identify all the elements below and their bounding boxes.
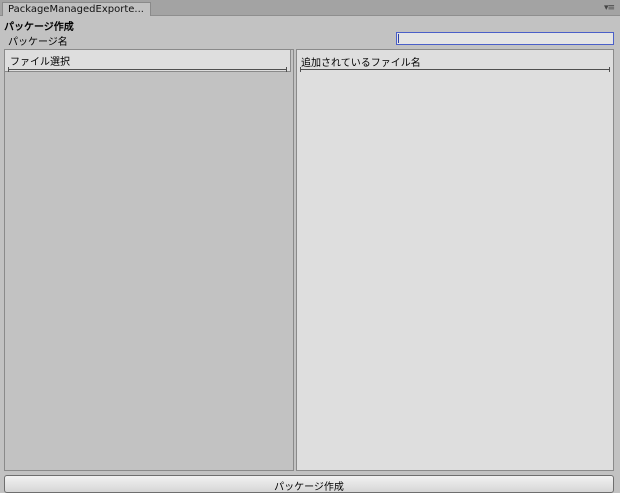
file-select-panel: [4, 49, 294, 471]
added-files-panel: 追加されているファイル名: [296, 49, 614, 471]
file-select-divider: [8, 67, 287, 72]
package-name-label: パッケージ名: [8, 37, 68, 48]
added-files-title: 追加されているファイル名: [301, 58, 421, 69]
file-select-header[interactable]: ファイル選択: [4, 49, 291, 72]
section-title: パッケージ作成: [4, 22, 74, 33]
file-select-title: ファイル選択: [10, 57, 70, 68]
create-package-button[interactable]: パッケージ作成: [4, 475, 614, 493]
window-tab[interactable]: PackageManagedExporte...: [2, 2, 151, 16]
window-tab-bar: PackageManagedExporte... ▾≡: [0, 0, 620, 16]
window-menu-icon[interactable]: ▾≡: [604, 3, 615, 13]
added-files-divider: [300, 67, 610, 72]
package-name-input[interactable]: [396, 32, 614, 45]
text-caret: [398, 34, 399, 43]
